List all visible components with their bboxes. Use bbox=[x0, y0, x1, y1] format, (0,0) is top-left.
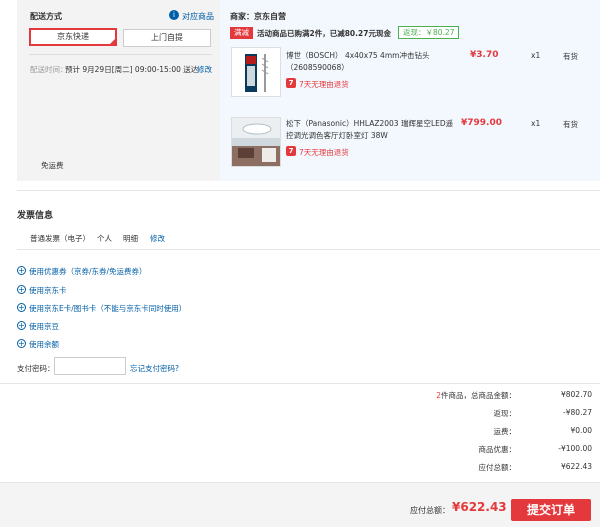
delivery-title: 配送方式 bbox=[30, 12, 62, 21]
product-image-ceiling-light[interactable] bbox=[231, 117, 281, 167]
promo-text: 活动商品已购满2件，已减80.27元现金 bbox=[257, 29, 391, 38]
expand-plus-icon: + bbox=[17, 285, 26, 294]
footer-bar bbox=[0, 482, 600, 527]
product-price: ¥799.00 bbox=[461, 118, 502, 128]
invoice-person: 个人 bbox=[97, 234, 112, 243]
product-price: ¥3.70 bbox=[470, 50, 499, 60]
rebate-tag: 返现：￥80.27 bbox=[398, 26, 460, 39]
rebate-value: -¥80.27 bbox=[563, 408, 592, 417]
selected-corner-icon bbox=[109, 38, 116, 45]
divider bbox=[17, 249, 600, 250]
balance-label: 使用余额 bbox=[29, 340, 59, 349]
ship-option-self-pickup[interactable]: 上门自提 bbox=[123, 29, 211, 47]
product-qty: x1 bbox=[531, 51, 541, 60]
jd-card-label: 使用京东卡 bbox=[29, 286, 67, 295]
invoice-detail: 明细 bbox=[123, 234, 138, 243]
return-policy-icon: 7 bbox=[286, 146, 296, 156]
return-policy: 7天无理由退货 bbox=[299, 80, 349, 89]
divider bbox=[29, 54, 212, 55]
footer-payable-value: ¥622.43 bbox=[452, 500, 507, 514]
delivery-time-modify[interactable]: 修改 bbox=[197, 64, 212, 75]
discount-label: 商品优惠： bbox=[478, 445, 517, 454]
item-count-suffix: 件商品，总商品金额： bbox=[441, 391, 516, 400]
payable-value: ¥622.43 bbox=[560, 462, 592, 471]
forgot-password-link[interactable]: 忘记支付密码? bbox=[130, 363, 179, 374]
freight-value: ¥0.00 bbox=[570, 426, 592, 435]
divider bbox=[17, 190, 600, 191]
product-stock: 有货 bbox=[563, 52, 578, 61]
total-goods: ¥802.70 bbox=[560, 390, 592, 399]
promo-tag: 满减 bbox=[230, 27, 253, 39]
footer-payable-label: 应付总额： bbox=[410, 506, 450, 515]
product-image-drill-bit[interactable] bbox=[231, 47, 281, 97]
invoice-modify[interactable]: 修改 bbox=[150, 233, 165, 244]
password-input[interactable] bbox=[54, 357, 126, 375]
invoice-title: 发票信息 bbox=[17, 211, 54, 221]
discount-value: -¥100.00 bbox=[558, 444, 592, 453]
product-name[interactable]: 博世（BOSCH） 4x40x75 4mm冲击钻头（2608590068） bbox=[286, 50, 456, 74]
info-icon: i bbox=[169, 10, 179, 20]
product-qty: x1 bbox=[531, 119, 541, 128]
freight-label: 运费： bbox=[493, 427, 517, 436]
divider bbox=[0, 383, 600, 384]
summary-count-line: 2件商品，总商品金额： bbox=[376, 390, 516, 401]
stores-link[interactable]: 对应商品 bbox=[182, 11, 214, 22]
payable-label: 应付总额： bbox=[478, 463, 517, 472]
return-policy: 7天无理由退货 bbox=[299, 148, 349, 157]
e-card-label: 使用京东E卡/图书卡（不能与京东卡同时使用） bbox=[29, 304, 187, 313]
submit-order-button[interactable]: 提交订单 bbox=[511, 499, 591, 521]
free-shipping-label: 免运费 bbox=[41, 161, 64, 170]
invoice-type: 普通发票（电子） bbox=[30, 234, 90, 243]
seller-name: 商家：京东自营 bbox=[230, 12, 286, 21]
delivery-time-value: 预计 9月29日[周二] 09:00-15:00 送达 bbox=[65, 65, 199, 74]
ship-option-label: 京东快递 bbox=[57, 32, 89, 41]
ship-option-label: 上门自提 bbox=[151, 33, 183, 42]
jd-beans-label: 使用京豆 bbox=[29, 322, 59, 331]
delivery-time-label: 配送时间： bbox=[30, 65, 68, 74]
ship-option-jd-express[interactable]: 京东快递 bbox=[29, 28, 117, 46]
expand-plus-icon: + bbox=[17, 303, 26, 312]
expand-plus-icon: + bbox=[17, 339, 26, 348]
product-name[interactable]: 松下（Panasonic）HHLAZ2003 瑞辉星空LED遥控调光调色客厅灯卧… bbox=[286, 118, 456, 142]
password-label: 支付密码： bbox=[17, 364, 55, 373]
expand-plus-icon: + bbox=[17, 266, 26, 275]
product-stock: 有货 bbox=[563, 120, 578, 129]
rebate-label: 返现： bbox=[493, 409, 517, 418]
expand-plus-icon: + bbox=[17, 321, 26, 330]
coupon-label: 使用优惠券（京券/东券/免运费券） bbox=[29, 267, 147, 276]
return-policy-icon: 7 bbox=[286, 78, 296, 88]
